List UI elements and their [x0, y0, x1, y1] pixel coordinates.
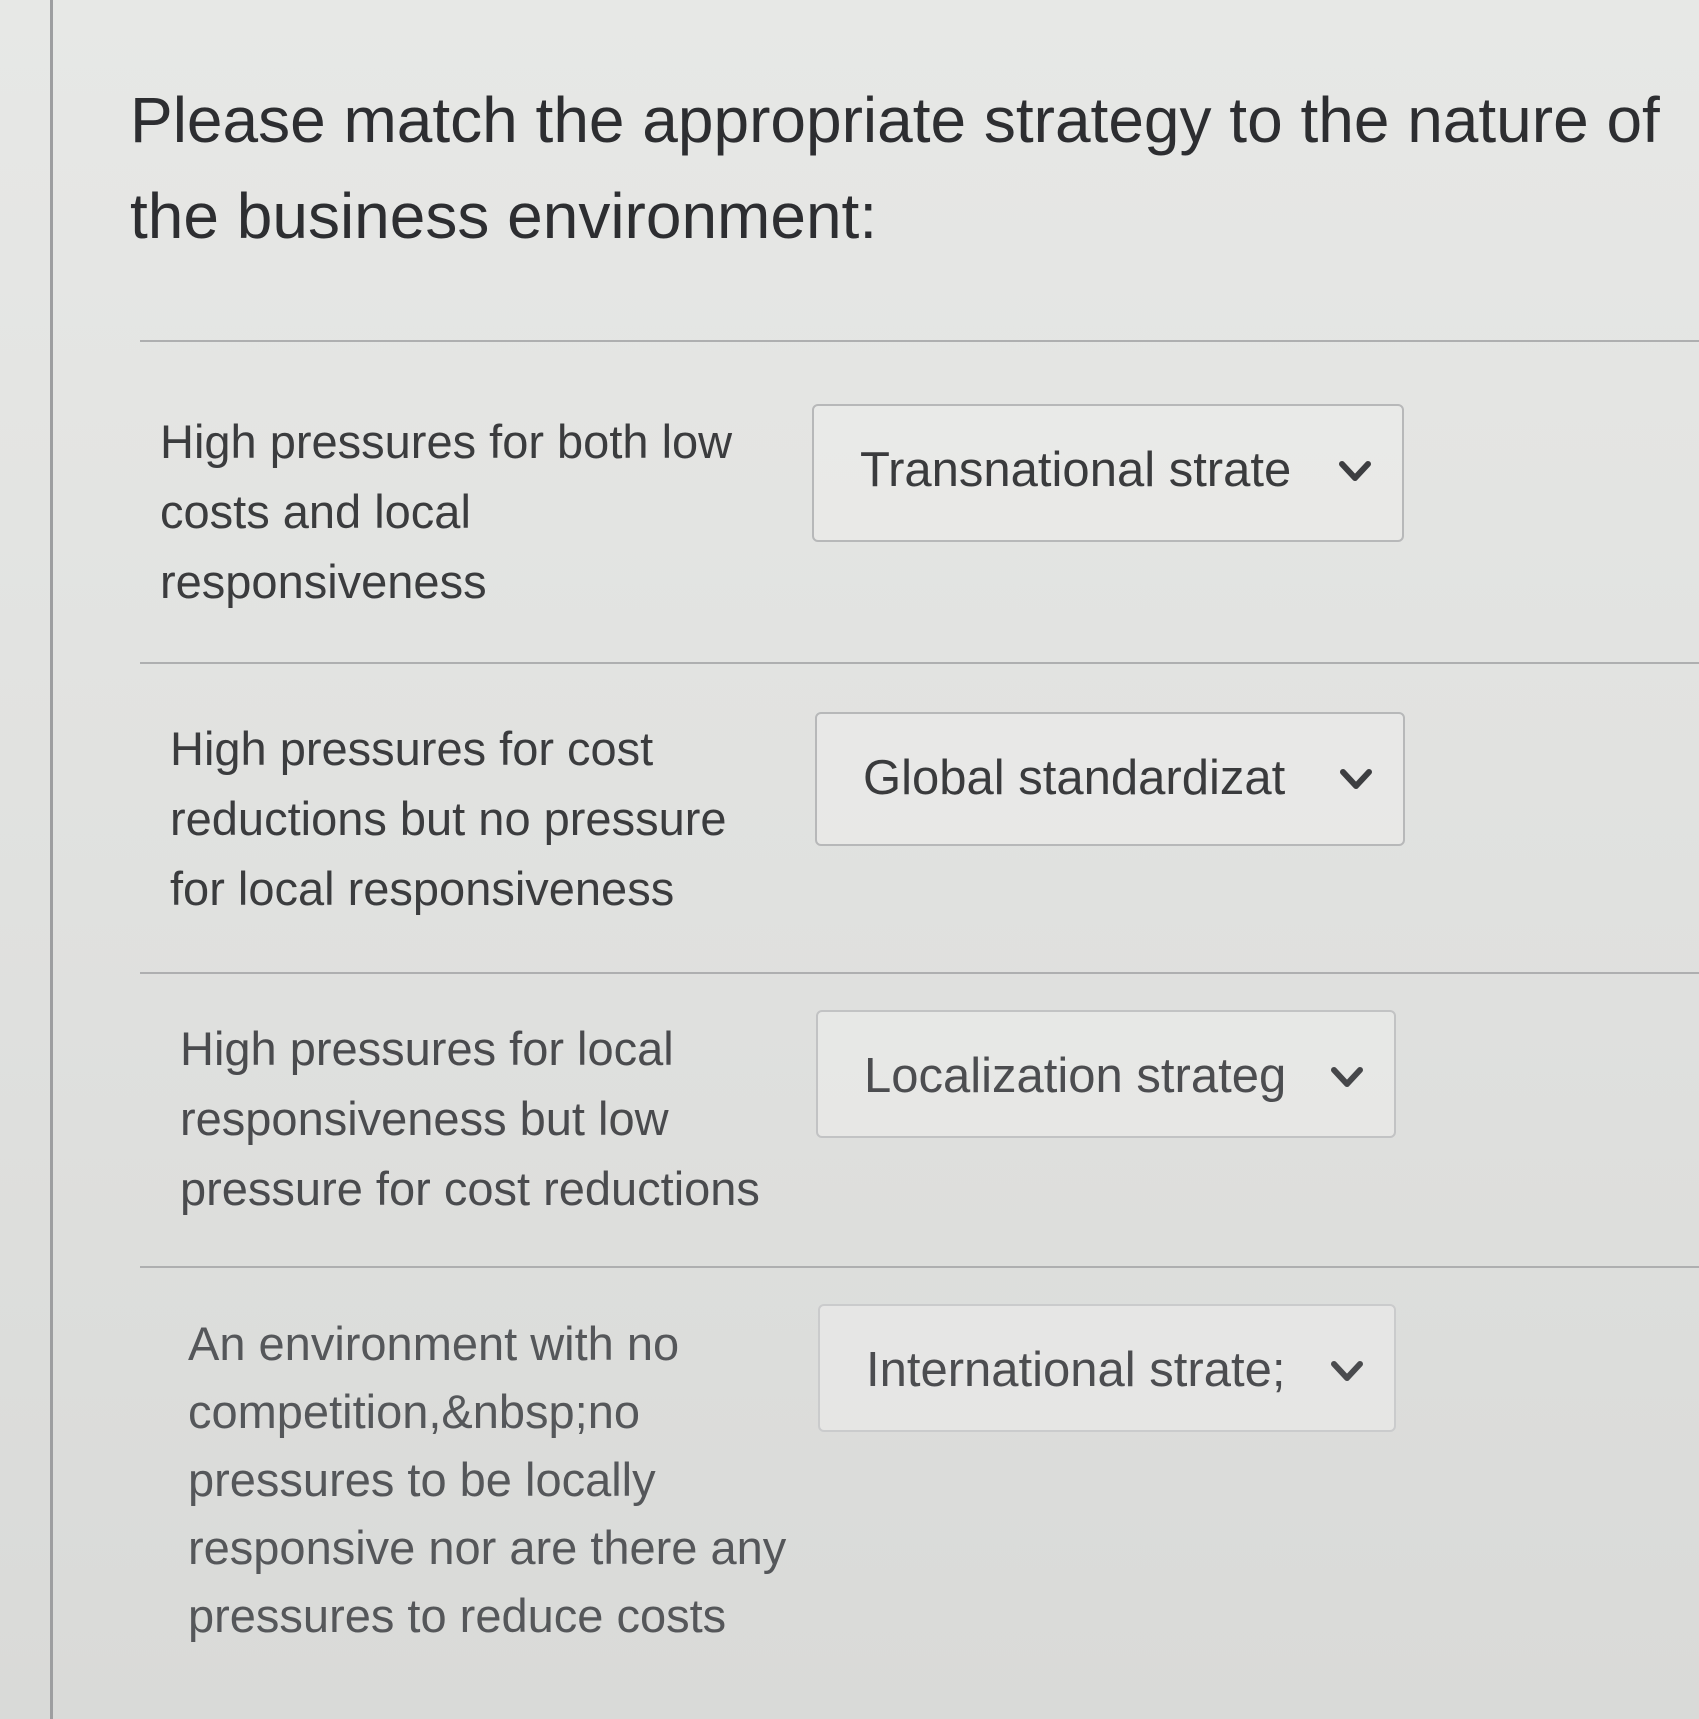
matching-list: High pressures for both low costs and lo… — [140, 340, 1699, 1648]
row-prompt: High pressures for local responsiveness … — [180, 1022, 760, 1215]
matching-row: High pressures for cost reductions but n… — [140, 662, 1699, 972]
select-value: Global standardizat — [863, 751, 1286, 805]
quiz-page: Please match the appropriate strategy to… — [0, 0, 1699, 1719]
chevron-down-icon — [1340, 769, 1372, 789]
matching-row: An environment with no competition,&nbsp… — [140, 1266, 1699, 1648]
strategy-select[interactable]: Localization strateg — [816, 1010, 1396, 1138]
strategy-select[interactable]: Global standardizat — [815, 712, 1405, 846]
strategy-select[interactable]: Transnational strate — [812, 404, 1404, 542]
question-text: Please match the appropriate strategy to… — [130, 84, 1660, 252]
chevron-down-icon — [1331, 1067, 1363, 1087]
select-value: International strate; — [866, 1343, 1286, 1397]
strategy-select[interactable]: International strate; — [818, 1304, 1396, 1432]
row-prompt: High pressures for both low costs and lo… — [160, 415, 733, 608]
chevron-down-icon — [1339, 461, 1371, 481]
select-value: Transnational strate — [860, 443, 1290, 497]
matching-row: High pressures for local responsiveness … — [140, 972, 1699, 1266]
left-divider — [50, 0, 53, 1719]
row-prompt: An environment with no competition,&nbsp… — [188, 1317, 787, 1642]
row-prompt: High pressures for cost reductions but n… — [170, 722, 727, 915]
select-value: Localization strateg — [864, 1049, 1287, 1103]
matching-row: High pressures for both low costs and lo… — [140, 340, 1699, 662]
chevron-down-icon — [1331, 1361, 1363, 1381]
